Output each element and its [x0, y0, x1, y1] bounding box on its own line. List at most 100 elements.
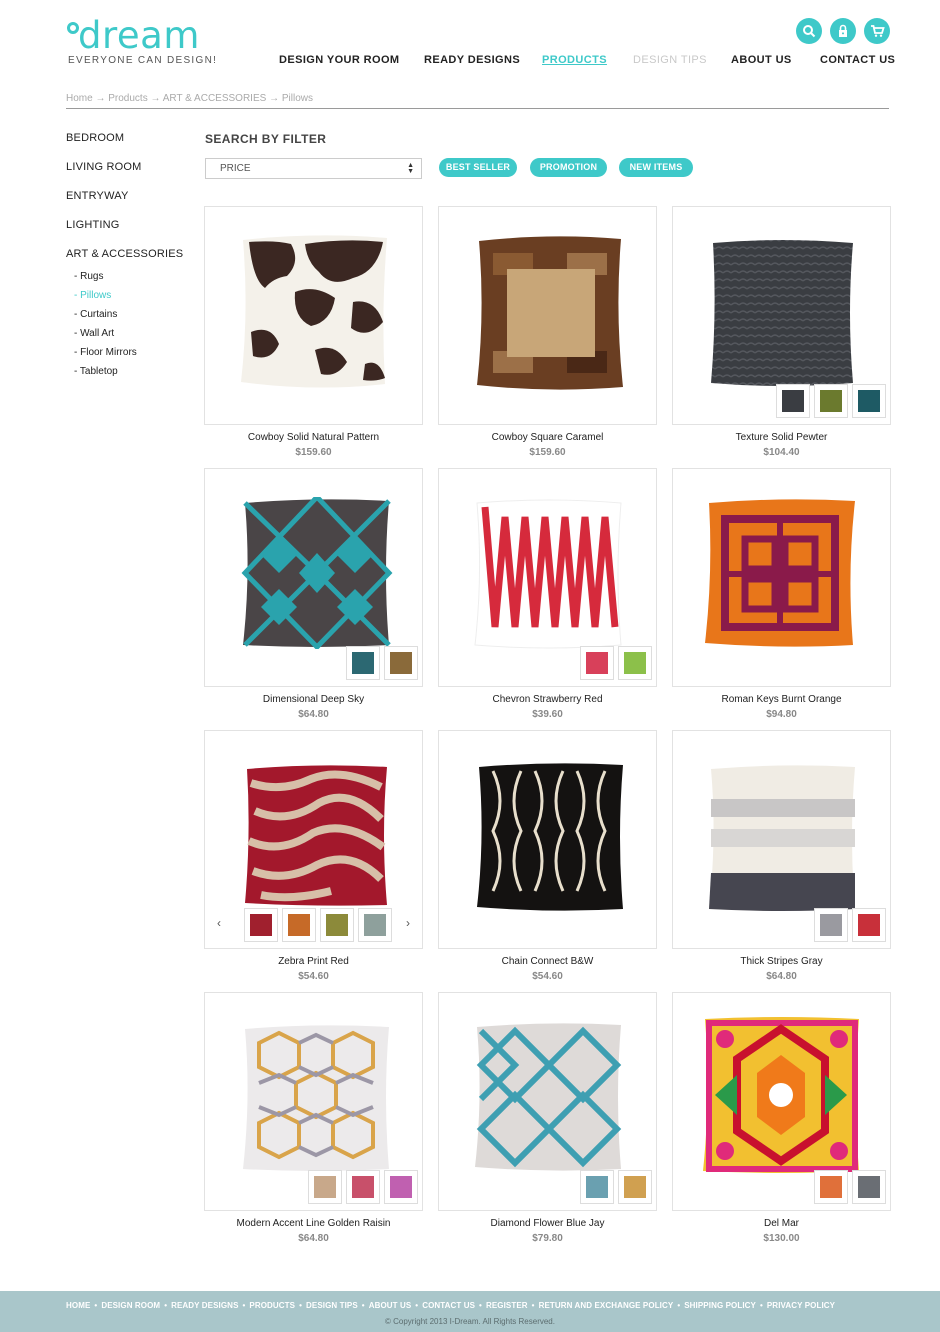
footer-separator: •: [479, 1301, 482, 1310]
sidebar-subitem-rugs[interactable]: - Rugs: [66, 271, 191, 290]
product-image-frame[interactable]: [438, 206, 657, 425]
product-image: [245, 765, 387, 906]
product-name[interactable]: Cowboy Square Caramel: [438, 432, 657, 443]
nav-design-tips[interactable]: DESIGN TIPS: [633, 54, 707, 66]
color-swatch[interactable]: [852, 384, 886, 418]
product-name[interactable]: Zebra Print Red: [204, 956, 423, 967]
product-image-frame[interactable]: [672, 992, 891, 1211]
sidebar-item-bedroom[interactable]: BEDROOM: [66, 132, 191, 161]
price-select[interactable]: PRICE ▲ ▼: [205, 158, 422, 179]
color-swatch[interactable]: [244, 908, 278, 942]
color-swatch[interactable]: [776, 384, 810, 418]
color-swatch[interactable]: [580, 646, 614, 680]
footer-link-products[interactable]: PRODUCTS: [249, 1301, 295, 1310]
carousel-prev-icon[interactable]: ‹: [217, 916, 221, 930]
product-name[interactable]: Roman Keys Burnt Orange: [672, 694, 891, 705]
product-image-frame[interactable]: ‹ ›: [204, 730, 423, 949]
product-name[interactable]: Modern Accent Line Golden Raisin: [204, 1218, 423, 1229]
color-swatch[interactable]: [618, 646, 652, 680]
color-swatch[interactable]: [814, 1170, 848, 1204]
sidebar-item-entryway[interactable]: ENTRYWAY: [66, 190, 191, 219]
sidebar-subitem-wall-art[interactable]: - Wall Art: [66, 328, 191, 347]
footer-separator: •: [531, 1301, 535, 1310]
product-name[interactable]: Dimensional Deep Sky: [204, 694, 423, 705]
product-image: [477, 763, 623, 911]
nav-ready-designs[interactable]: READY DESIGNS: [424, 54, 520, 66]
footer-link-shipping-policy[interactable]: SHIPPING POLICY: [684, 1301, 756, 1310]
color-swatch[interactable]: [618, 1170, 652, 1204]
product-name[interactable]: Cowboy Solid Natural Pattern: [204, 432, 423, 443]
cart-icon[interactable]: [864, 18, 890, 44]
footer-link-privacy-policy[interactable]: PRIVACY POLICY: [767, 1301, 835, 1310]
filter-best-seller-button[interactable]: BEST SELLER: [439, 158, 517, 177]
product-image-frame[interactable]: [672, 730, 891, 949]
color-swatch[interactable]: [384, 1170, 418, 1204]
footer-link-register[interactable]: REGISTER: [486, 1301, 528, 1310]
sidebar-subitem-tabletop[interactable]: - Tabletop: [66, 366, 191, 385]
product-image: [241, 497, 393, 649]
footer-link-about-us[interactable]: ABOUT US: [369, 1301, 412, 1310]
color-swatches: [308, 1170, 418, 1204]
filter-promotion-button[interactable]: PROMOTION: [530, 158, 607, 177]
color-swatches: [776, 384, 886, 418]
product-price: $130.00: [763, 1233, 800, 1244]
footer-link-design-room[interactable]: DESIGN ROOM: [101, 1301, 160, 1310]
color-swatch[interactable]: [346, 646, 380, 680]
brand-logo[interactable]: dream EVERYONE CAN DESIGN!: [66, 14, 216, 74]
product-name[interactable]: Texture Solid Pewter: [672, 432, 891, 443]
color-swatch[interactable]: [852, 1170, 886, 1204]
lock-icon[interactable]: [830, 18, 856, 44]
sidebar-subitem-curtains[interactable]: - Curtains: [66, 309, 191, 328]
nav-contact-us[interactable]: CONTACT US: [820, 54, 895, 66]
product-image-frame[interactable]: [672, 468, 891, 687]
footer-separator: •: [361, 1301, 365, 1310]
product-image-frame[interactable]: [204, 992, 423, 1211]
subcategory-list: - Rugs - Pillows - Curtains - Wall Art -…: [66, 271, 191, 385]
product-image: [243, 1025, 389, 1171]
color-swatch[interactable]: [852, 908, 886, 942]
sidebar-subitem-floor-mirrors[interactable]: - Floor Mirrors: [66, 347, 191, 366]
color-swatch[interactable]: [814, 384, 848, 418]
product-name[interactable]: Del Mar: [672, 1218, 891, 1229]
product-name[interactable]: Chain Connect B&W: [438, 956, 657, 967]
product-image-frame[interactable]: [204, 468, 423, 687]
breadcrumb-pillows: Pillows: [281, 93, 313, 104]
color-swatch[interactable]: [814, 908, 848, 942]
color-swatch[interactable]: [580, 1170, 614, 1204]
color-swatch[interactable]: [358, 908, 392, 942]
color-swatch[interactable]: [346, 1170, 380, 1204]
product-name[interactable]: Chevron Strawberry Red: [438, 694, 657, 705]
sidebar-subitem-pillows[interactable]: - Pillows: [66, 290, 191, 309]
breadcrumb-separator: →: [150, 93, 163, 104]
product-image-frame[interactable]: [672, 206, 891, 425]
footer-link-ready-designs[interactable]: READY DESIGNS: [171, 1301, 238, 1310]
color-swatch[interactable]: [384, 646, 418, 680]
nav-about-us[interactable]: ABOUT US: [731, 54, 792, 66]
product-image-frame[interactable]: [204, 206, 423, 425]
breadcrumb-products[interactable]: Products: [108, 93, 147, 104]
carousel-next-icon[interactable]: ›: [406, 916, 410, 930]
footer-link-contact-us[interactable]: CONTACT US: [422, 1301, 475, 1310]
product-name[interactable]: Thick Stripes Gray: [672, 956, 891, 967]
sidebar-item-lighting[interactable]: LIGHTING: [66, 219, 191, 248]
nav-products[interactable]: PRODUCTS: [542, 54, 607, 66]
breadcrumb-art-accessories[interactable]: ART & ACCESSORIES: [163, 93, 267, 104]
product-image-frame[interactable]: [438, 468, 657, 687]
copyright-text: © Copyright 2013 I-Dream. All Rights Res…: [385, 1317, 555, 1326]
product-name[interactable]: Diamond Flower Blue Jay: [438, 1218, 657, 1229]
product-image-frame[interactable]: [438, 992, 657, 1211]
footer-link-design-tips[interactable]: DESIGN TIPS: [306, 1301, 358, 1310]
breadcrumb-home[interactable]: Home: [66, 93, 93, 104]
product-price: $39.60: [532, 709, 563, 720]
product-image-frame[interactable]: [438, 730, 657, 949]
product-price: $64.80: [298, 1233, 329, 1244]
footer-link-home[interactable]: HOME: [66, 1301, 90, 1310]
filter-new-items-button[interactable]: NEW ITEMS: [619, 158, 693, 177]
color-swatch[interactable]: [320, 908, 354, 942]
nav-design-your-room[interactable]: DESIGN YOUR ROOM: [279, 54, 400, 66]
color-swatch[interactable]: [282, 908, 316, 942]
search-icon[interactable]: [796, 18, 822, 44]
footer-link-return-policy[interactable]: RETURN AND EXCHANGE POLICY: [539, 1301, 674, 1310]
sidebar-item-living-room[interactable]: LIVING ROOM: [66, 161, 191, 190]
color-swatch[interactable]: [308, 1170, 342, 1204]
